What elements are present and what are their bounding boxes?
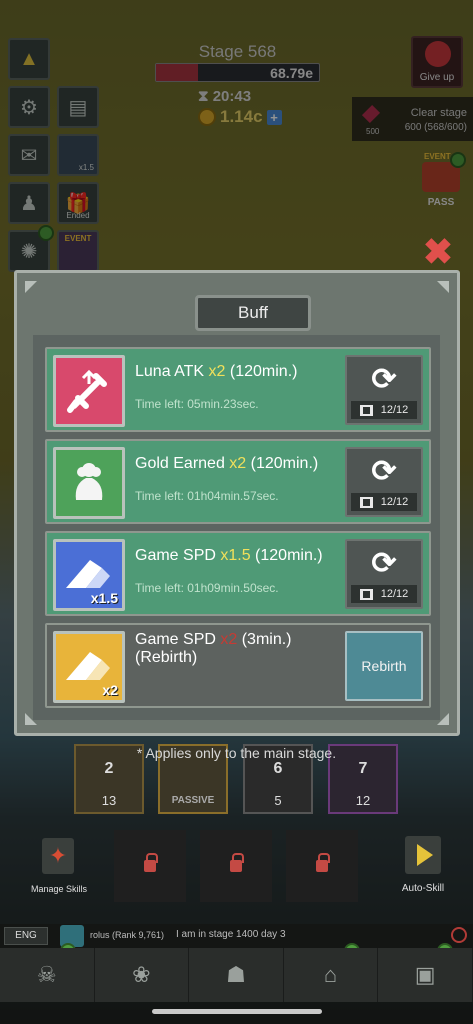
skill-book-icon: ✦ <box>42 838 74 874</box>
ad-uses-count: 12/12 <box>380 496 409 508</box>
clapperboard-icon <box>359 496 373 508</box>
buff-name: Gold Earned x2 (120min.) <box>135 455 318 473</box>
buff-row-luna-atk: Luna ATK x2 (120min.) Time left: 05min.2… <box>45 347 431 432</box>
buff-multiplier: x2 <box>208 363 226 380</box>
manage-skills-button[interactable]: ✦ Manage Skills <box>28 836 90 894</box>
buff-name-text: Game SPD <box>135 547 221 564</box>
buff-name: Game SPD x2 (3min.) (Rebirth) <box>135 631 292 667</box>
gold-bag-glyph <box>75 463 103 500</box>
buff-multiplier: x2 <box>229 455 247 472</box>
buff-icon-multiplier: x2 <box>102 682 118 698</box>
chat-username: rolus (Rank 9,761) <box>90 930 165 940</box>
locked-skill-slot[interactable] <box>114 830 186 902</box>
lock-icon <box>144 853 158 872</box>
buff-duration: (120min.) <box>250 547 323 564</box>
home-indicator <box>152 1009 322 1014</box>
rebirth-button[interactable]: Rebirth <box>345 631 423 701</box>
nav-pet-icon[interactable]: ❀ <box>95 948 190 1002</box>
buff-time-left: Time left: 01h04min.57sec. <box>135 489 279 503</box>
modal-title: Buff <box>195 295 311 331</box>
buff-time-left: Time left: 05min.23sec. <box>135 397 259 411</box>
buff-name: Luna ATK x2 (120min.) <box>135 363 297 381</box>
skill-number: 6 <box>273 760 283 777</box>
refresh-buff-button[interactable]: ⟳ 12/12 <box>345 355 423 425</box>
buff-name: Game SPD x1.5 (120min.) <box>135 547 323 565</box>
nav-skull-icon[interactable]: ☗ <box>189 948 284 1002</box>
ad-uses-count: 12/12 <box>380 588 409 600</box>
nav-skull-crossbones-icon[interactable]: ☠ <box>0 948 95 1002</box>
bottom-nav: ☠ ❀ ☗ ⌂ ▣ <box>0 948 473 1002</box>
auto-skill-label: Auto-Skill <box>401 883 445 894</box>
applies-note: * Applies only to the main stage. <box>136 745 337 761</box>
clapperboard-icon <box>359 588 373 600</box>
auto-skill-button[interactable]: Auto-Skill <box>393 836 453 894</box>
buff-multiplier: x2 <box>220 631 238 648</box>
buff-name-text: Luna ATK <box>135 363 209 380</box>
manage-skills-label: Manage Skills <box>30 884 88 894</box>
refresh-buff-button[interactable]: ⟳ 12/12 <box>345 539 423 609</box>
skill-count: 5 <box>274 793 282 808</box>
buff-duration: (120min.) <box>246 455 319 472</box>
skill-count: 12 <box>355 793 371 808</box>
close-icon[interactable]: ✖ <box>418 232 458 272</box>
refresh-icon: ⟳ <box>371 547 397 580</box>
buff-row-game-spd-rebirth: x2 Game SPD x2 (3min.) (Rebirth) Rebirth <box>45 623 431 708</box>
ad-uses-count: 12/12 <box>380 404 409 416</box>
ad-uses-box: 12/12 <box>351 401 417 419</box>
nav-bag-icon[interactable]: ▣ <box>378 948 473 1002</box>
buff-name-text: Game SPD <box>135 631 221 648</box>
gold-bag-icon <box>53 447 125 519</box>
buff-duration: (3min.) <box>237 631 292 648</box>
locked-skill-slot[interactable] <box>200 830 272 902</box>
nav-shop-icon[interactable]: ⌂ <box>284 948 379 1002</box>
chat-message: I am in stage 1400 day 3 <box>176 929 286 940</box>
locked-skill-slot[interactable] <box>286 830 358 902</box>
play-icon <box>417 844 433 866</box>
ad-uses-box: 12/12 <box>351 493 417 511</box>
language-button[interactable]: ENG <box>4 927 48 945</box>
buff-modal: Buff Luna ATK x2 (120min.) Time left: 05… <box>14 270 460 736</box>
corner-ornament <box>25 281 37 293</box>
skill-number: 2 <box>104 760 114 777</box>
lock-icon <box>230 853 244 872</box>
buff-multiplier: x1.5 <box>220 547 251 564</box>
sword-icon <box>53 355 125 427</box>
refresh-icon: ⟳ <box>371 455 397 488</box>
sword-glyph <box>67 369 107 413</box>
speed-eraser-icon: x1.5 <box>53 539 125 611</box>
ad-uses-box: 12/12 <box>351 585 417 603</box>
skill-count: 13 <box>101 793 117 808</box>
buff-icon-multiplier: x1.5 <box>90 590 118 606</box>
lock-icon <box>316 853 330 872</box>
buff-row-gold-earned: Gold Earned x2 (120min.) Time left: 01h0… <box>45 439 431 524</box>
chat-block-icon[interactable] <box>451 927 467 943</box>
buff-time-left: Time left: 01h09min.50sec. <box>135 581 279 595</box>
buff-rebirth-note: (Rebirth) <box>135 649 198 666</box>
speed-eraser-icon: x2 <box>53 631 125 703</box>
clapperboard-icon <box>359 404 373 416</box>
refresh-icon: ⟳ <box>371 363 397 396</box>
buff-name-text: Gold Earned <box>135 455 230 472</box>
refresh-buff-button[interactable]: ⟳ 12/12 <box>345 447 423 517</box>
corner-ornament <box>437 281 449 293</box>
passive-label: PASSIVE <box>171 795 215 806</box>
buff-row-game-spd: x1.5 Game SPD x1.5 (120min.) Time left: … <box>45 531 431 616</box>
buff-duration: (120min.) <box>225 363 298 380</box>
skill-number: 7 <box>358 760 368 777</box>
